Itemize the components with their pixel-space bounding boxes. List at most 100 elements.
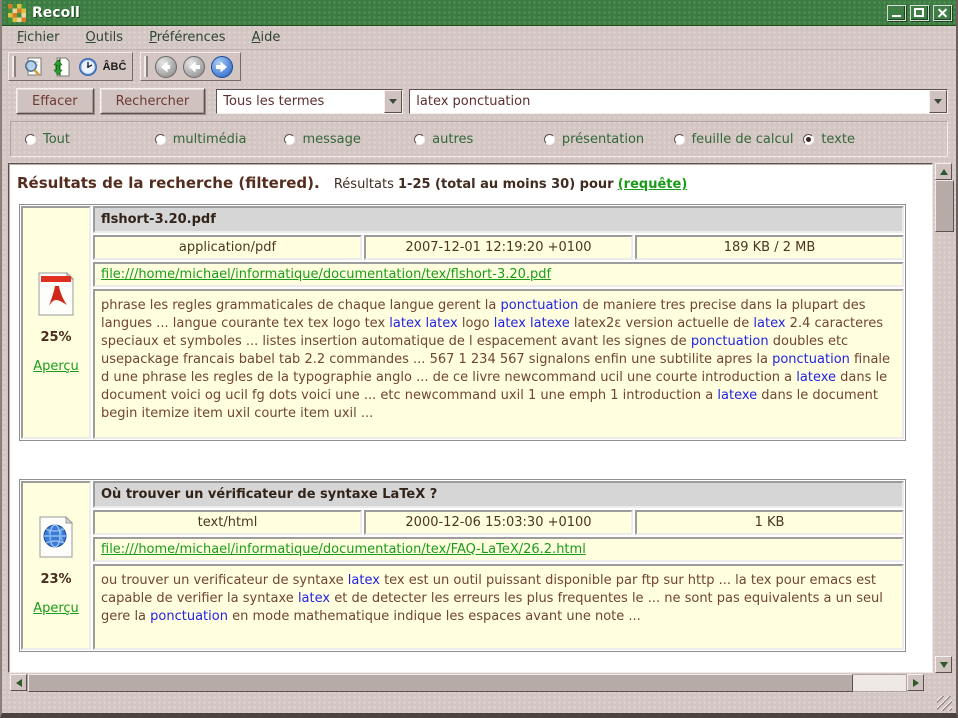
menu-outils[interactable]: Outils [77,28,133,47]
vertical-scroll-track[interactable] [935,180,954,656]
first-page-button[interactable] [152,54,180,80]
preview-link[interactable]: Aperçu [33,601,79,616]
results-heading-range: 1-25 (total au moins 30) pour [398,177,614,192]
minimize-icon [892,15,901,17]
result-size: 1 KB [635,510,904,535]
result-title: Où trouver un vérificateur de syntaxe La… [93,481,904,508]
scroll-up-button[interactable] [935,163,952,180]
toolbar-group-nav [140,52,241,81]
result-date: 2007-12-01 12:19:20 +0100 [364,235,633,260]
chevron-down-icon [934,99,942,104]
relevance-percent: 25% [40,330,71,345]
previous-page-icon [182,55,206,79]
result-2-body: Où trouver un vérificateur de syntaxe La… [92,480,905,651]
recoll-window: Recoll Fichier Outils Préférences Aide [0,0,958,718]
menu-fichier[interactable]: Fichier [8,28,69,47]
result-mime: application/pdf [93,235,362,260]
first-page-icon [154,55,178,79]
horizontal-scroll-track[interactable] [27,674,907,692]
arrow-down-icon [940,662,948,668]
status-band [2,693,956,713]
radio-presentation[interactable]: présentation [544,132,674,147]
search-query-dropdown-button[interactable] [929,90,947,113]
radio-texte[interactable]: texte [803,132,933,147]
arrow-up-icon [940,169,948,175]
radio-icon [284,134,295,145]
vertical-scroll-thumb[interactable] [935,180,954,232]
search-query-input[interactable] [410,90,929,113]
previous-page-button[interactable] [180,54,208,80]
radio-autres[interactable]: autres [414,132,544,147]
recoll-app-icon [8,4,26,22]
titlebar[interactable]: Recoll [2,0,956,26]
search-button[interactable]: Rechercher [100,88,206,114]
results-heading: Résultats de la recherche (filtered). Ré… [9,164,932,204]
search-mode-value: Tous les termes [217,90,384,113]
result-url-link[interactable]: file:///home/michael/informatique/docume… [101,267,551,282]
result-2-side: 23% Aperçu [21,481,91,650]
radio-icon [25,134,36,145]
pdf-file-icon [37,272,75,316]
result-snippet: ou trouver un verificateur de syntaxe la… [93,564,904,650]
clock-sort-button[interactable] [74,54,101,79]
horizontal-scroll-thumb[interactable] [28,674,853,692]
radio-message[interactable]: message [284,132,414,147]
minimize-button[interactable] [887,5,906,21]
menubar: Fichier Outils Préférences Aide [2,26,956,50]
close-button[interactable] [933,5,952,21]
window-title: Recoll [32,5,80,21]
menu-preferences[interactable]: Préférences [140,28,234,47]
toolbar: ÂBĈ [2,50,956,83]
html-file-icon [38,516,74,558]
toolbar-drag-handle[interactable] [12,56,16,77]
category-filter-frame: Tout multimédia message autres présentat… [10,121,948,157]
index-update-button[interactable] [47,54,74,79]
radio-icon [803,134,814,145]
scroll-down-button[interactable] [935,656,952,673]
toolbar-drag-handle[interactable] [144,56,148,77]
search-row: Effacer Rechercher Tous les termes [2,83,956,119]
result-title: flshort-3.20.pdf [93,206,904,233]
result-url-link[interactable]: file:///home/michael/informatique/docume… [101,542,586,557]
preview-link[interactable]: Aperçu [33,359,79,374]
result-url-cell: file:///home/michael/informatique/docume… [93,537,904,562]
radio-icon [544,134,555,145]
result-size: 189 KB / 2 MB [635,235,904,260]
term-explorer-icon: ÂBĈ [103,61,127,73]
result-snippet: phrase les regles grammaticales de chaqu… [93,289,904,439]
results-panel: Résultats de la recherche (filtered). Ré… [8,163,933,673]
clock-sort-icon [77,56,99,78]
term-explorer-button[interactable]: ÂBĈ [101,54,128,79]
search-mode-combobox[interactable]: Tous les termes [216,89,403,114]
result-mime: text/html [93,510,362,535]
maximize-button[interactable] [910,5,929,21]
scroll-left-button[interactable] [10,674,27,691]
radio-icon [674,134,685,145]
query-link[interactable]: (requête) [618,177,688,192]
result-meta-row: text/html 2000-12-06 15:03:30 +0100 1 KB [93,510,904,535]
scroll-right-button[interactable] [907,674,924,691]
results-area: Résultats de la recherche (filtered). Ré… [8,163,954,673]
radio-feuille-de-calcul[interactable]: feuille de calcul [674,132,804,147]
arrow-right-icon [913,679,919,687]
vertical-scrollbar[interactable] [935,163,954,673]
clear-button[interactable]: Effacer [16,88,94,114]
radio-multimedia[interactable]: multimédia [155,132,285,147]
radio-tout[interactable]: Tout [25,132,155,147]
document-search-button[interactable] [20,54,47,79]
relevance-percent: 23% [40,572,71,587]
result-item-2: 23% Aperçu Où trouver un vérificateur de… [19,479,906,652]
resize-grip[interactable] [937,696,952,711]
result-1-side: 25% Aperçu [21,206,91,439]
search-query-combobox [409,89,948,114]
search-mode-dropdown-button[interactable] [384,90,402,113]
radio-icon [414,134,425,145]
index-update-icon [50,56,72,78]
horizontal-scrollbar[interactable] [10,674,924,692]
document-search-icon [23,56,45,78]
menu-aide[interactable]: Aide [243,28,290,47]
next-page-button[interactable] [208,54,236,80]
toolbar-group-tools: ÂBĈ [8,52,133,81]
result-meta-row: application/pdf 2007-12-01 12:19:20 +010… [93,235,904,260]
chevron-down-icon [389,99,397,104]
